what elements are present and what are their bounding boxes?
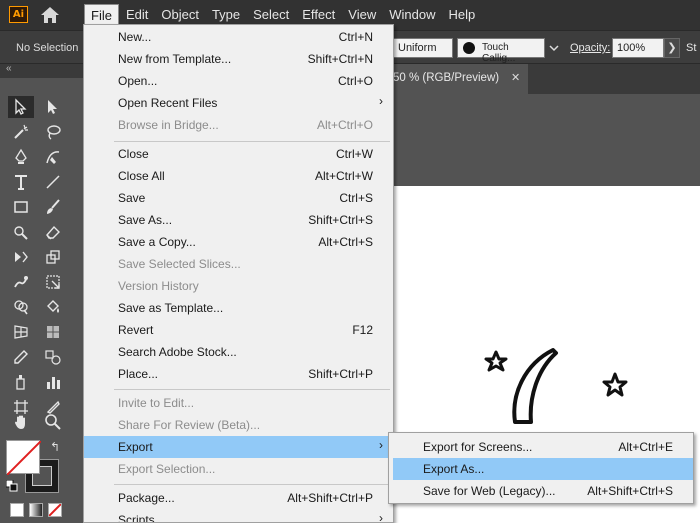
zoom-tool-icon[interactable]	[40, 411, 66, 433]
menu-edit[interactable]: Edit	[120, 4, 154, 26]
warp-tool-icon[interactable]	[8, 271, 34, 293]
menu-type[interactable]: Type	[206, 4, 246, 26]
none-mode-button[interactable]	[48, 503, 62, 517]
menu-window[interactable]: Window	[383, 4, 441, 26]
fill-color-swatch[interactable]	[6, 440, 42, 476]
tools-panel: ↰	[0, 78, 83, 523]
menu-help[interactable]: Help	[442, 4, 481, 26]
live-paint-bucket-tool-icon[interactable]	[40, 296, 66, 318]
blend-tool-icon[interactable]	[40, 346, 66, 368]
close-icon[interactable]: ✕	[511, 71, 520, 84]
paintbrush-tool-icon[interactable]	[40, 196, 66, 218]
menu-item-close[interactable]: Close Ctrl+W	[84, 143, 393, 165]
lasso-tool-icon[interactable]	[40, 121, 66, 143]
menu-item-close-all[interactable]: Close All Alt+Ctrl+W	[84, 165, 393, 187]
brush-name: Touch Callig...	[482, 42, 516, 64]
menu-item-save[interactable]: Save Ctrl+S	[84, 187, 393, 209]
menu-item-package[interactable]: Package... Alt+Shift+Ctrl+P	[84, 487, 393, 509]
magic-wand-tool-icon[interactable]	[8, 121, 34, 143]
menu-item-export-as[interactable]: Export As...	[393, 458, 693, 480]
menu-item-new-from-template[interactable]: New from Template... Shift+Ctrl+N	[84, 48, 393, 70]
shaper-tool-icon[interactable]	[8, 221, 34, 243]
menu-item-invite-to-edit: Invite to Edit...	[118, 396, 195, 410]
rectangle-tool-icon[interactable]	[8, 196, 34, 218]
menu-item-export[interactable]: Export ›	[84, 436, 393, 458]
menu-view[interactable]: View	[342, 4, 382, 26]
eraser-tool-icon[interactable]	[40, 221, 66, 243]
shape-builder-tool-icon[interactable]	[8, 296, 34, 318]
menu-file[interactable]: File	[84, 4, 119, 26]
none-color-icon	[6, 440, 42, 476]
hand-tool-icon[interactable]	[8, 411, 34, 433]
menu-item-revert[interactable]: Revert F12	[84, 319, 393, 341]
style-label[interactable]: St	[686, 42, 696, 54]
menu-item-save-for-web[interactable]: Save for Web (Legacy)... Alt+Shift+Ctrl+S	[389, 480, 693, 502]
submenu-arrow-icon: ›	[379, 438, 383, 452]
column-graph-tool-icon[interactable]	[40, 371, 66, 393]
file-menu-dropdown: New... Ctrl+N New from Template... Shift+C…	[83, 24, 394, 523]
menu-separator	[114, 389, 390, 390]
eyedropper-tool-icon[interactable]	[8, 346, 34, 368]
submenu-arrow-icon: ›	[379, 511, 383, 523]
menu-effect[interactable]: Effect	[296, 4, 341, 26]
selection-status: No Selection	[16, 42, 79, 54]
opacity-input[interactable]: 100%	[612, 38, 664, 58]
opacity-label[interactable]: Opacity:	[570, 42, 610, 54]
star-left	[484, 350, 508, 372]
star-right	[602, 372, 628, 397]
menu-item-scripts[interactable]: Scripts ›	[84, 509, 393, 523]
illustrator-logo: Ai	[9, 6, 28, 23]
menu-item-share-for-review: Share For Review (Beta)...	[118, 418, 261, 432]
variable-width-profile[interactable]: Uniform	[393, 38, 453, 58]
menu-object[interactable]: Object	[155, 4, 205, 26]
chevron-down-icon[interactable]	[547, 38, 561, 58]
menu-item-save-as-template[interactable]: Save as Template...	[84, 297, 393, 319]
pen-tool-icon[interactable]	[8, 146, 34, 168]
free-transform-tool-icon[interactable]	[40, 271, 66, 293]
symbol-sprayer-tool-icon[interactable]	[8, 371, 34, 393]
menu-item-export-for-screens[interactable]: Export for Screens... Alt+Ctrl+E	[389, 436, 693, 458]
menu-select[interactable]: Select	[247, 4, 295, 26]
swap-fill-stroke-icon[interactable]: ↰	[50, 440, 64, 454]
curvature-tool-icon[interactable]	[40, 146, 66, 168]
tool-panel-header[interactable]: «	[0, 63, 83, 78]
collapse-icon[interactable]: «	[6, 63, 12, 74]
none-icon	[48, 503, 62, 517]
default-fill-stroke-icon[interactable]	[6, 480, 18, 492]
menu-item-save-a-copy[interactable]: Save a Copy... Alt+Ctrl+S	[84, 231, 393, 253]
menu-item-open[interactable]: Open... Ctrl+O	[84, 70, 393, 92]
perspective-grid-tool-icon[interactable]	[8, 321, 34, 343]
selection-tool-icon[interactable]	[8, 96, 34, 118]
scale-tool-icon[interactable]	[40, 246, 66, 268]
menu-item-save-as[interactable]: Save As... Shift+Ctrl+S	[84, 209, 393, 231]
moon-shape	[512, 348, 558, 424]
submenu-arrow-icon: ›	[379, 94, 383, 108]
menu-item-save-selected-slices: Save Selected Slices...	[118, 257, 241, 271]
line-segment-tool-icon[interactable]	[40, 171, 66, 193]
rotate-tool-icon[interactable]	[8, 246, 34, 268]
menu-item-export-selection: Export Selection...	[118, 462, 216, 476]
opacity-expand-button[interactable]: ❯	[664, 38, 680, 58]
menu-item-new[interactable]: New... Ctrl+N	[84, 26, 393, 48]
mesh-tool-icon[interactable]	[40, 321, 66, 343]
home-icon[interactable]	[40, 6, 60, 24]
export-submenu: Export for Screens... Alt+Ctrl+E Export A…	[388, 432, 694, 504]
menu-item-version-history: Version History	[118, 279, 199, 293]
document-tab-bar: 50 % (RGB/Preview) ✕	[393, 64, 700, 94]
document-tab[interactable]: 50 % (RGB/Preview) ✕	[393, 64, 528, 94]
brush-dot-icon	[463, 42, 475, 54]
direct-selection-tool-icon[interactable]	[40, 96, 66, 118]
type-tool-icon[interactable]	[8, 171, 34, 193]
menu-separator	[114, 141, 390, 142]
color-mode-button[interactable]	[10, 503, 24, 517]
document-tab-title: 50 % (RGB/Preview)	[393, 72, 500, 84]
menu-item-place[interactable]: Place... Shift+Ctrl+P	[84, 363, 393, 385]
menu-item-browse-in-bridge: Browse in Bridge... Alt+Ctrl+O	[118, 118, 373, 132]
gradient-mode-button[interactable]	[29, 503, 43, 517]
brush-definition-dropdown[interactable]: Touch Callig...	[457, 38, 545, 64]
menu-item-open-recent[interactable]: Open Recent Files ›	[84, 92, 393, 114]
menu-item-search-adobe-stock[interactable]: Search Adobe Stock...	[84, 341, 393, 363]
menu-separator	[114, 484, 390, 485]
